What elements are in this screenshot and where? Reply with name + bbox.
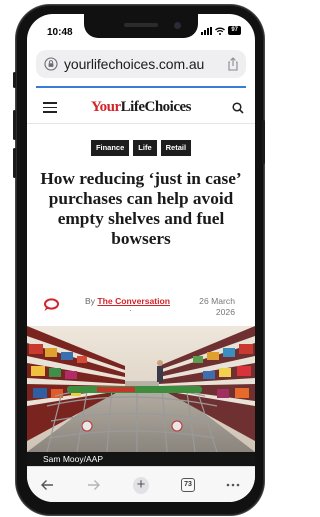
- lock-icon[interactable]: [44, 57, 58, 71]
- share-icon[interactable]: [227, 57, 239, 71]
- phone-action-button: [13, 72, 16, 88]
- tag-life[interactable]: Life: [133, 140, 157, 156]
- article-hero-image: [27, 326, 255, 452]
- image-caption: Sam Mooy/AAP: [43, 454, 103, 464]
- byline-separator: ·: [129, 306, 132, 315]
- more-button[interactable]: [225, 477, 241, 493]
- comment-bubble-icon[interactable]: [43, 298, 59, 312]
- byline-prefix: By: [85, 296, 96, 306]
- phone-power-button: [262, 120, 265, 164]
- byline-text: By The Conversation: [85, 296, 170, 306]
- forward-button[interactable]: [86, 477, 102, 493]
- page-load-progress: [36, 86, 246, 88]
- phone-volume-up-button: [13, 110, 16, 140]
- publish-date: 26 March 2026: [199, 296, 235, 317]
- battery-indicator: 97: [228, 26, 241, 35]
- tag-retail[interactable]: Retail: [160, 140, 192, 156]
- tag-finance[interactable]: Finance: [90, 140, 130, 156]
- signal-icon: [201, 26, 213, 35]
- plus-icon: +: [133, 476, 149, 494]
- browser-toolbar: + 73: [27, 466, 255, 502]
- tabs-icon: 73: [181, 478, 195, 492]
- dynamic-notch: [84, 14, 198, 38]
- new-tab-button[interactable]: +: [133, 476, 149, 494]
- back-arrow-icon: [41, 480, 53, 490]
- more-icon: [226, 483, 240, 487]
- wifi-icon: [215, 27, 226, 35]
- address-bar[interactable]: yourlifechoices.com.au: [36, 50, 246, 78]
- hamburger-menu-icon[interactable]: [43, 102, 57, 113]
- tabs-button[interactable]: 73: [180, 477, 196, 493]
- back-button[interactable]: [39, 477, 55, 493]
- byline: By The Conversation · 26 March 2026: [27, 290, 255, 320]
- search-icon[interactable]: [232, 102, 244, 114]
- image-caption-bar: Sam Mooy/AAP: [27, 452, 255, 466]
- phone-volume-down-button: [13, 148, 16, 178]
- forward-arrow-icon: [88, 480, 100, 490]
- status-time: 10:48: [47, 27, 73, 38]
- site-header: YourLifeChoices: [27, 90, 255, 124]
- article-tags: Finance Life Retail: [27, 140, 255, 156]
- url-text[interactable]: yourlifechoices.com.au: [64, 56, 204, 72]
- phone-screen: 10:48 97 yourlifechoices.com.au YourLife…: [27, 14, 255, 502]
- site-logo[interactable]: YourLifeChoices: [91, 99, 192, 116]
- article-headline: How reducing ‘just in case’ purchases ca…: [40, 169, 242, 248]
- author-link[interactable]: The Conversation: [97, 296, 170, 306]
